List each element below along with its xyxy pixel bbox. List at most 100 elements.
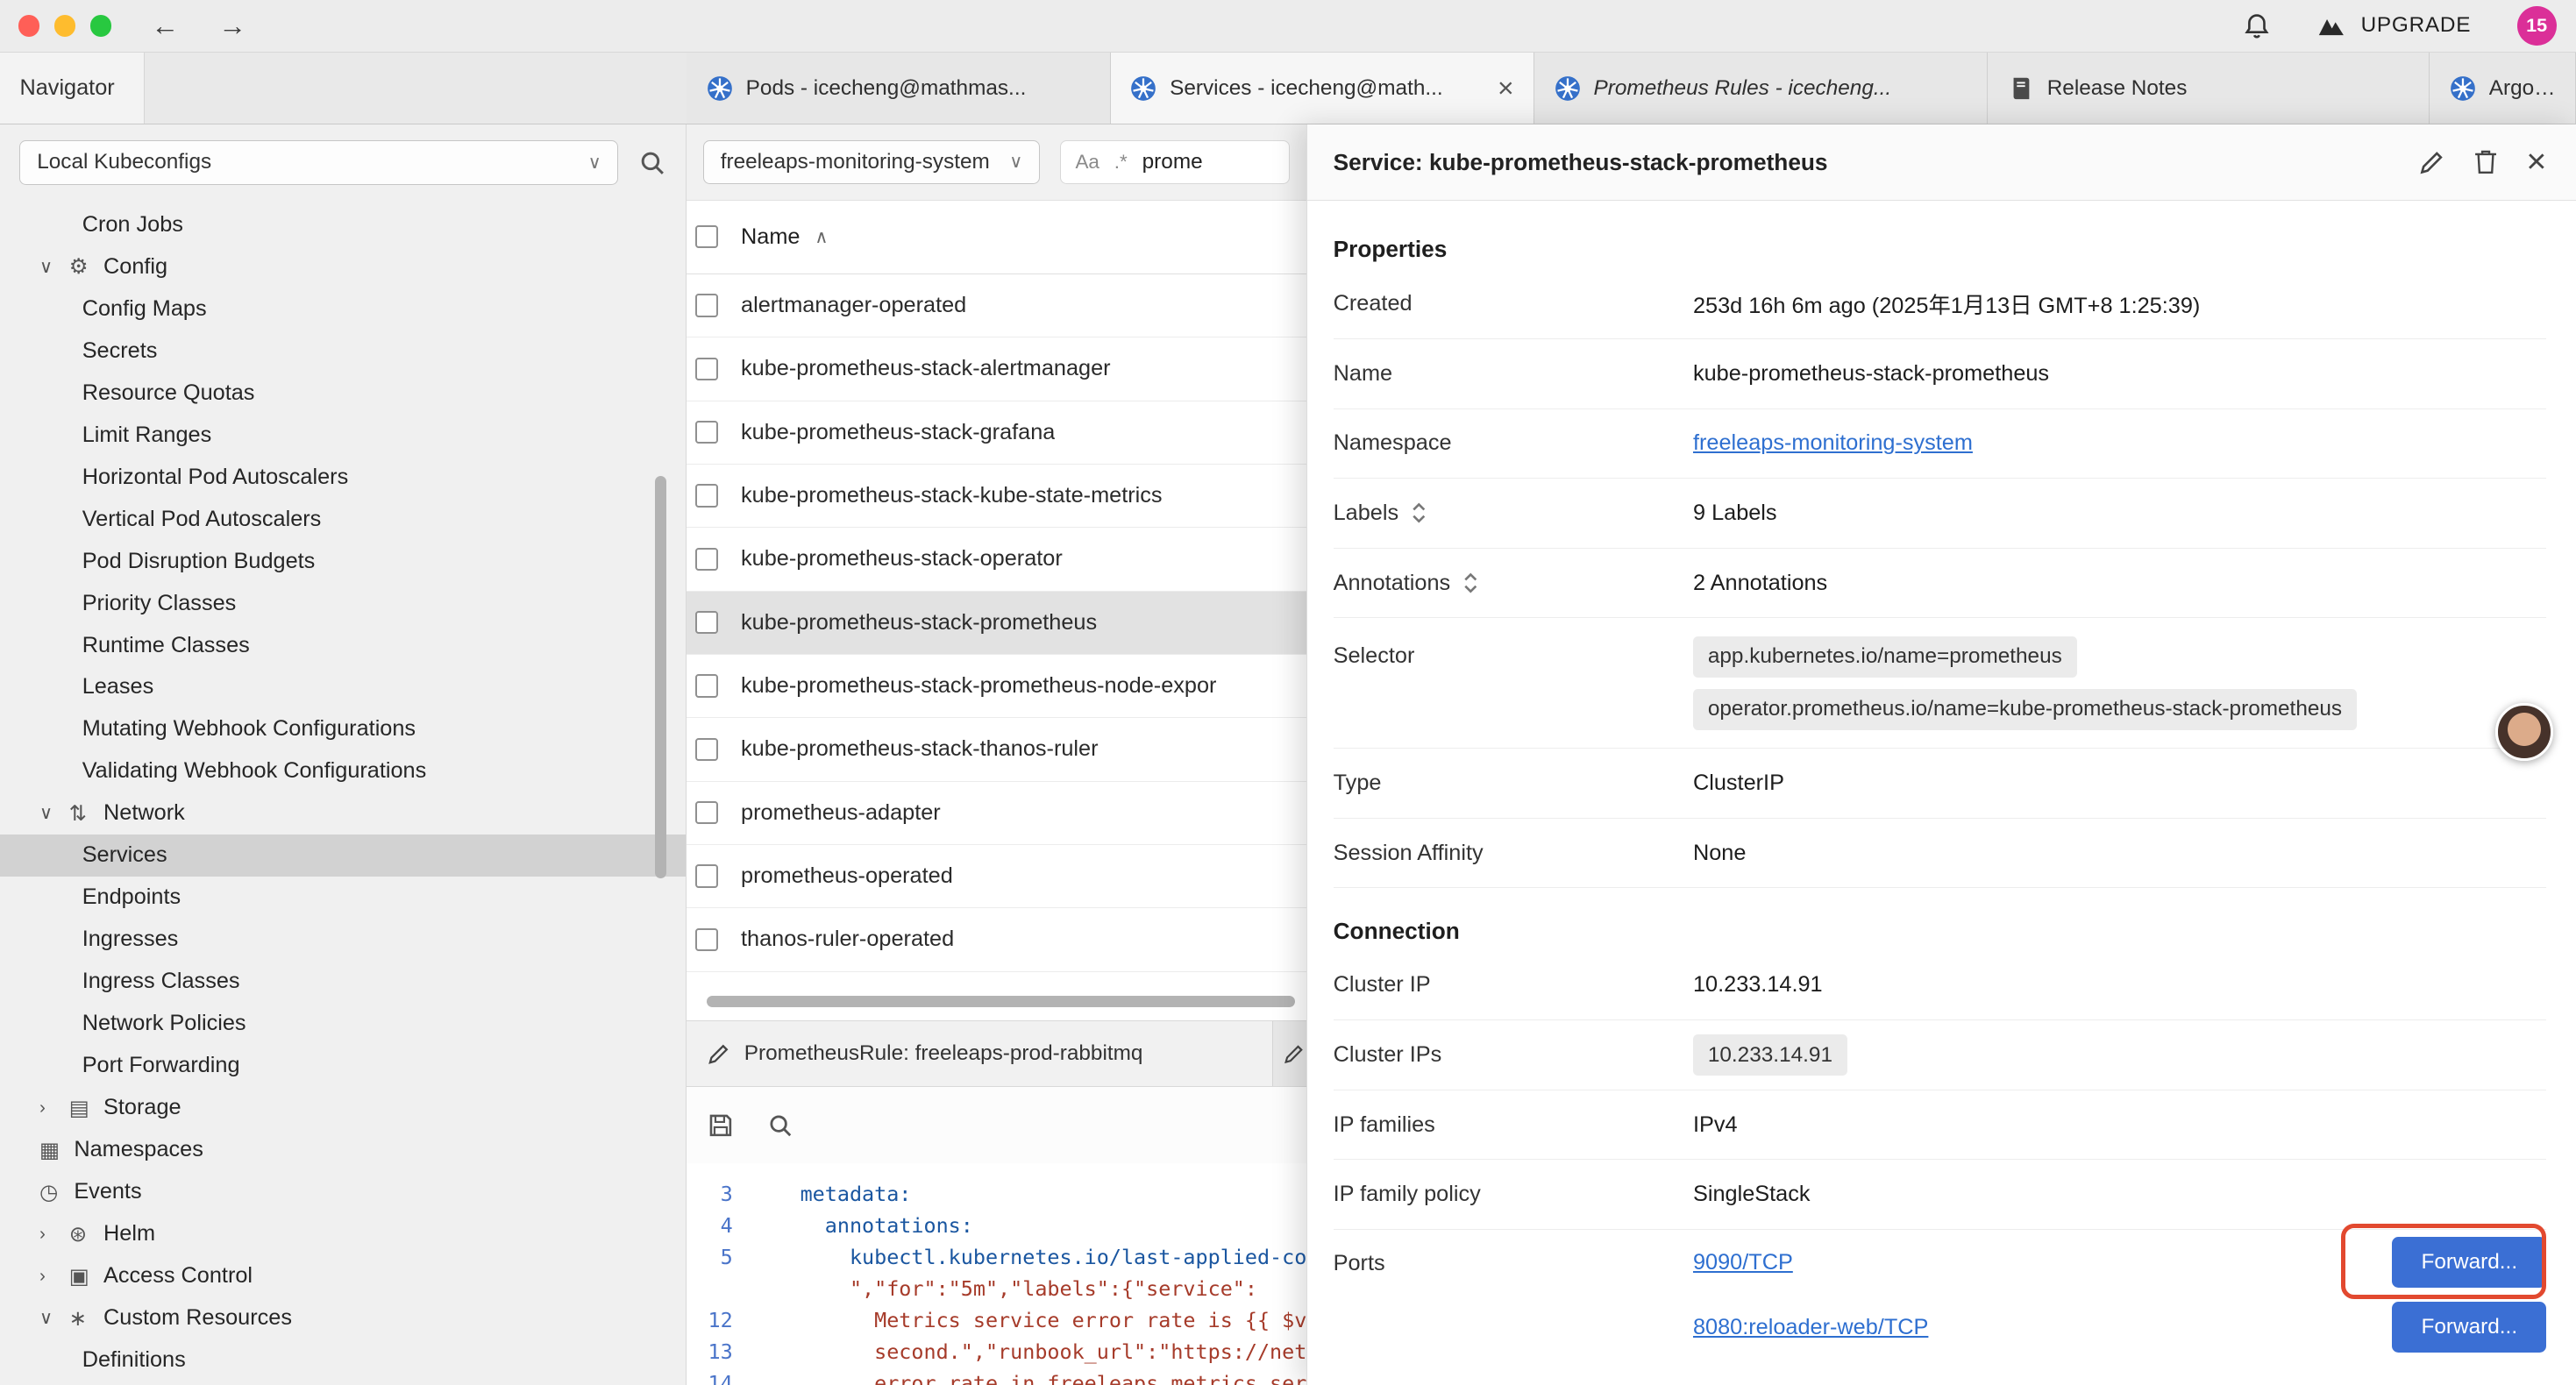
sidebar-item[interactable]: Cron Jobs: [0, 203, 686, 245]
forward-button-nav[interactable]: →: [218, 12, 246, 40]
row-checkbox[interactable]: [695, 611, 718, 634]
row-checkbox[interactable]: [695, 864, 718, 887]
kubeconfig-selector[interactable]: Local Kubeconfigs ∨: [19, 140, 618, 185]
row-checkbox[interactable]: [695, 548, 718, 571]
namespace-selector[interactable]: freeleaps-monitoring-system ∨: [703, 140, 1040, 185]
sidebar-item[interactable]: ◷ Events: [0, 1171, 686, 1213]
sidebar-item[interactable]: › ▣ Access Control: [0, 1255, 686, 1297]
table-row[interactable]: kube-prometheus-stack-prometheus-node-ex…: [687, 655, 1306, 718]
navigator-title: Navigator: [0, 53, 145, 124]
sidebar-item[interactable]: ∨ ∗ Custom Resources: [0, 1297, 686, 1339]
yaml-editor[interactable]: 3 metadata: 4 annotations: 5 kubectl.kub…: [687, 1163, 1306, 1385]
expand-updown-icon[interactable]: [1462, 571, 1480, 595]
table-row[interactable]: kube-prometheus-stack-kube-state-metrics: [687, 465, 1306, 528]
sidebar-item[interactable]: Priority Classes: [0, 582, 686, 624]
table-row[interactable]: kube-prometheus-stack-alertmanager: [687, 337, 1306, 401]
row-checkbox[interactable]: [695, 421, 718, 444]
table-row[interactable]: thanos-ruler-operated: [687, 908, 1306, 971]
forward-button[interactable]: Forward...: [2392, 1237, 2546, 1288]
sidebar-item[interactable]: Definitions: [0, 1339, 686, 1381]
close-tab-icon[interactable]: ×: [1498, 75, 1514, 103]
chevron-down-icon: ∨: [588, 152, 601, 174]
sidebar-item[interactable]: Port Forwarding: [0, 1045, 686, 1087]
group-icon: ▣: [69, 1263, 103, 1289]
sidebar-item[interactable]: Config Maps: [0, 288, 686, 330]
line-number: 14: [687, 1368, 752, 1384]
zoom-window-button[interactable]: [90, 15, 111, 36]
tab-pods[interactable]: Pods - icecheng@mathmas...: [687, 53, 1110, 124]
notification-count-badge[interactable]: 15: [2517, 6, 2557, 46]
table-row[interactable]: kube-prometheus-stack-operator: [687, 528, 1306, 591]
tab-argo[interactable]: Argo S...: [2430, 53, 2576, 124]
row-checkbox[interactable]: [695, 801, 718, 824]
sidebar-item[interactable]: Network Policies: [0, 1003, 686, 1045]
chevron-icon: ∨: [39, 802, 69, 824]
row-checkbox[interactable]: [695, 484, 718, 507]
sidebar-item[interactable]: Validating Webhook Configurations: [0, 750, 686, 792]
select-all-checkbox[interactable]: [695, 225, 718, 248]
sidebar-item[interactable]: Leases: [0, 666, 686, 708]
close-drawer-icon[interactable]: ×: [2526, 145, 2546, 179]
editor-tab-prometheusrule[interactable]: PrometheusRule: freeleaps-prod-rabbitmq: [687, 1021, 1273, 1087]
sidebar-item[interactable]: Ingress Classes: [0, 961, 686, 1003]
sidebar-item[interactable]: Limit Ranges: [0, 414, 686, 456]
sidebar-scrollbar[interactable]: [655, 476, 666, 878]
back-button[interactable]: ←: [151, 12, 179, 40]
name-column-header[interactable]: Name: [741, 224, 800, 250]
sidebar-item[interactable]: Resource Quotas: [0, 372, 686, 414]
search-input[interactable]: Aa .* prome: [1060, 140, 1290, 185]
row-checkbox[interactable]: [695, 738, 718, 761]
sidebar-item[interactable]: Secrets: [0, 330, 686, 372]
minimize-window-button[interactable]: [54, 15, 75, 36]
code-line: 5 kubectl.kubernetes.io/last-applied-co: [687, 1242, 1306, 1274]
tab-prometheus-rules[interactable]: Prometheus Rules - icecheng...: [1534, 53, 1988, 124]
assistant-avatar[interactable]: [2495, 703, 2553, 761]
editor-tab-partial[interactable]: [1273, 1021, 1306, 1087]
sidebar-item[interactable]: Runtime Classes: [0, 624, 686, 666]
sidebar-item[interactable]: Ingresses: [0, 919, 686, 961]
sidebar-item[interactable]: Services: [0, 835, 686, 877]
tab-release-notes[interactable]: Release Notes: [1988, 53, 2430, 124]
sidebar-item[interactable]: › ⊛ Helm: [0, 1213, 686, 1255]
regex-toggle[interactable]: .*: [1114, 151, 1128, 174]
search-icon[interactable]: [638, 149, 666, 177]
table-row[interactable]: kube-prometheus-stack-prometheus: [687, 592, 1306, 655]
trash-icon: [2473, 148, 2498, 176]
sidebar-item[interactable]: ∨ ⚙ Config: [0, 245, 686, 288]
sidebar-item[interactable]: Mutating Webhook Configurations: [0, 708, 686, 750]
match-case-toggle[interactable]: Aa: [1075, 151, 1099, 174]
horizontal-scrollbar[interactable]: [707, 996, 1295, 1007]
port-link[interactable]: 9090/TCP: [1693, 1250, 1793, 1275]
table-row[interactable]: prometheus-operated: [687, 845, 1306, 908]
save-icon[interactable]: [707, 1112, 735, 1140]
sidebar-item[interactable]: Horizontal Pod Autoscalers: [0, 456, 686, 498]
delete-button[interactable]: [2473, 148, 2498, 176]
notifications-bell-icon[interactable]: [2243, 12, 2271, 40]
port-link[interactable]: 8080:reloader-web/TCP: [1693, 1315, 1928, 1340]
close-window-button[interactable]: [18, 15, 39, 36]
row-checkbox[interactable]: [695, 928, 718, 951]
row-checkbox[interactable]: [695, 358, 718, 380]
upgrade-button[interactable]: UPGRADE: [2316, 13, 2471, 38]
forward-button[interactable]: Forward...: [2392, 1302, 2546, 1353]
table-row[interactable]: kube-prometheus-stack-grafana: [687, 401, 1306, 465]
drawer-title: Service: kube-prometheus-stack-prometheu…: [1334, 149, 1828, 176]
sidebar-item[interactable]: Pod Disruption Budgets: [0, 540, 686, 582]
sidebar-item[interactable]: Endpoints: [0, 877, 686, 919]
sidebar-item[interactable]: ∨ ⇅ Network: [0, 792, 686, 835]
edit-button[interactable]: [2418, 148, 2446, 176]
table-row[interactable]: prometheus-adapter: [687, 782, 1306, 845]
sidebar-item[interactable]: › ▤ Storage: [0, 1087, 686, 1129]
tab-services[interactable]: Services - icecheng@math... ×: [1111, 53, 1534, 124]
row-checkbox[interactable]: [695, 294, 718, 316]
expand-updown-icon[interactable]: [1410, 501, 1428, 525]
table-row[interactable]: alertmanager-operated: [687, 274, 1306, 337]
code-line: 14 error rate in freeleaps metrics ser: [687, 1368, 1306, 1384]
sidebar-item[interactable]: ▦ Namespaces: [0, 1129, 686, 1171]
sidebar-item[interactable]: Vertical Pod Autoscalers: [0, 498, 686, 540]
search-icon[interactable]: [767, 1112, 793, 1139]
table-row[interactable]: kube-prometheus-stack-thanos-ruler: [687, 718, 1306, 781]
namespace-link[interactable]: freeleaps-monitoring-system: [1693, 430, 1973, 456]
sort-asc-icon[interactable]: ∧: [815, 226, 828, 248]
row-checkbox[interactable]: [695, 674, 718, 697]
